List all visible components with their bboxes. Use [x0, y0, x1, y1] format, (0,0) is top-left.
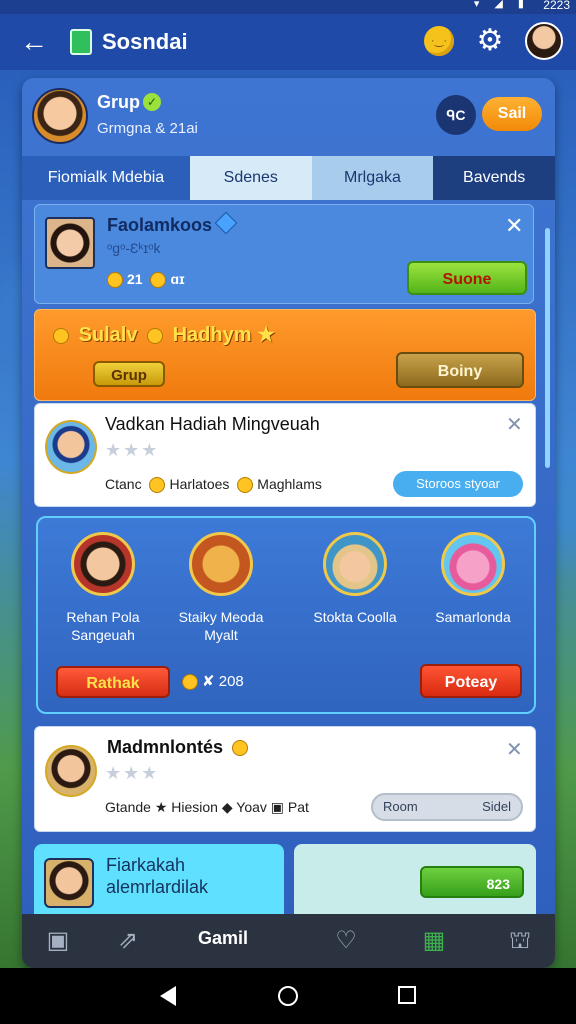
map-icon[interactable]: ▦: [420, 926, 448, 956]
list-item[interactable]: Fiarkakah alemrlardilak: [34, 844, 284, 924]
card-title: Madmnlontés: [107, 737, 252, 758]
storoos-button[interactable]: Storoos styoar: [393, 471, 523, 497]
system-nav-bar: [0, 968, 576, 1024]
bottom-nav: ▣ ⇗ Gamil ♡ ▦ ⛫: [22, 914, 555, 968]
poteay-button[interactable]: Poteay: [420, 664, 522, 698]
character-name: Staiky Meoda Myalt: [178, 609, 264, 643]
list-item[interactable]: Faolamkoos ᵒgᵒ-Ɛᵏɪᵒk 21 ɑɪ ✕ Suone: [34, 204, 534, 304]
card-title: Fiarkakah alemrlardilak: [106, 855, 209, 897]
character-name: Stokta Coolla: [313, 609, 397, 625]
group-name: Grup: [97, 92, 140, 112]
app-title: Sosndai: [102, 29, 188, 54]
gem-icon: [214, 211, 238, 235]
suone-button[interactable]: Suone: [407, 261, 527, 295]
scrollbar[interactable]: [545, 228, 550, 468]
character-portrait: [441, 532, 505, 596]
player-avatar: [45, 217, 95, 269]
home-icon[interactable]: ▣: [44, 926, 72, 956]
character-item[interactable]: Stokta Coolla: [296, 532, 414, 626]
grup-badge[interactable]: Grup: [93, 361, 165, 387]
coin-stack-icon: [237, 477, 254, 494]
character-portrait: [323, 532, 387, 596]
list-item[interactable]: Madmnlontés ★★★ Gtande ★ Hiesion ◆ Yoav …: [34, 726, 536, 832]
card-title: Faolamkoos: [107, 211, 238, 236]
tab-fiomialk[interactable]: Fiomialk Mdebia: [22, 156, 190, 200]
oc-button[interactable]: ᑫC: [436, 95, 476, 135]
coin-icon: [150, 272, 167, 289]
system-home-icon[interactable]: [278, 986, 298, 1006]
profile-avatar[interactable]: [525, 22, 563, 60]
trophy-icon: [149, 477, 166, 494]
character-portrait: [71, 532, 135, 596]
tab-bavends[interactable]: Bavends: [433, 156, 555, 200]
coin-icon: [107, 272, 123, 289]
close-icon[interactable]: ✕: [505, 213, 523, 239]
player-avatar: [45, 420, 97, 474]
tab-mrlgaka[interactable]: Mrlgaka: [311, 156, 434, 200]
character-name: Rehan Pola Sangeuah: [66, 609, 140, 643]
characters-card: Rehan Pola Sangeuah Staiky Meoda Myalt S…: [36, 516, 536, 714]
character-item[interactable]: Samarlonda: [414, 532, 532, 626]
character-name: Samarlonda: [435, 609, 511, 625]
sail-button[interactable]: Sail: [482, 97, 542, 131]
status-bar: ▾ ◢ ▮ 2223: [0, 0, 576, 14]
stat-row: Ctanc Harlatoes Maghlams: [105, 476, 322, 494]
tab-sdenes[interactable]: Sdenes: [189, 156, 312, 200]
banner-title: Sulalv Hadhym ★: [49, 322, 275, 347]
back-arrow-icon[interactable]: ←: [14, 22, 54, 62]
rathak-button[interactable]: Rathak: [56, 666, 170, 698]
star-rating: ★★★: [105, 440, 160, 460]
reward-button[interactable]: 823: [420, 866, 524, 898]
stat-row: Gtande ★ Hiesion ◆ Yoav ▣ Pat: [105, 799, 309, 815]
reward-count: ✘ 208: [178, 672, 244, 691]
close-icon[interactable]: ✕: [506, 412, 523, 437]
status-icons: ▾ ◢ ▮: [473, 0, 530, 10]
group-header: Grup ✓ Grmgna & 21ai ᑫC Sail: [22, 78, 555, 156]
coin-icon: [53, 327, 69, 344]
arrow-icon[interactable]: ⇗: [114, 926, 142, 956]
star-rating: ★★★: [105, 763, 160, 783]
promo-banner[interactable]: Sulalv Hadhym ★ Grup Boiny: [34, 309, 536, 401]
close-icon[interactable]: ✕: [506, 737, 523, 762]
system-back-icon[interactable]: [160, 986, 176, 1006]
room-field[interactable]: Room Sidel: [371, 793, 523, 821]
heart-icon[interactable]: ♡: [332, 926, 360, 956]
emoji-icon[interactable]: [424, 26, 454, 56]
coin-row: 21 ɑɪ: [103, 271, 185, 289]
gold-bars-icon: [147, 327, 164, 344]
boiny-button[interactable]: Boiny: [396, 352, 524, 388]
tab-bar: Fiomialk Mdebia Sdenes Mrlgaka Bavends: [22, 156, 555, 200]
app-logo-icon: [70, 29, 92, 55]
coin-icon: [182, 674, 198, 691]
verified-check-icon: ✓: [143, 93, 161, 111]
list-item[interactable]: Vadkan Hadiah Mingveuah ★★★ Ctanc Harlat…: [34, 403, 536, 507]
character-item[interactable]: Staiky Meoda Myalt: [162, 532, 280, 644]
card-subtitle: ᵒgᵒ-Ɛᵏɪᵒk: [107, 240, 161, 256]
nav-label[interactable]: Gamil: [198, 928, 248, 949]
app-bar: ← Sosndai ⚙: [0, 14, 576, 70]
gear-icon[interactable]: ⚙: [474, 25, 506, 57]
status-time: 2223: [543, 0, 570, 12]
list-item[interactable]: 823: [294, 844, 536, 924]
main-panel: Grup ✓ Grmgna & 21ai ᑫC Sail Fiomialk Md…: [22, 78, 555, 968]
tower-icon[interactable]: ⛫: [506, 926, 534, 956]
player-avatar: [45, 745, 97, 797]
group-subtitle: Grmgna & 21ai: [97, 120, 198, 137]
system-recents-icon[interactable]: [398, 986, 416, 1004]
player-avatar: [44, 858, 94, 908]
card-title: Vadkan Hadiah Mingveuah: [105, 414, 320, 434]
treasure-chest-icon: [189, 532, 253, 596]
coin-icon: [232, 740, 249, 757]
character-item[interactable]: Rehan Pola Sangeuah: [44, 532, 162, 644]
group-avatar[interactable]: [32, 88, 88, 144]
